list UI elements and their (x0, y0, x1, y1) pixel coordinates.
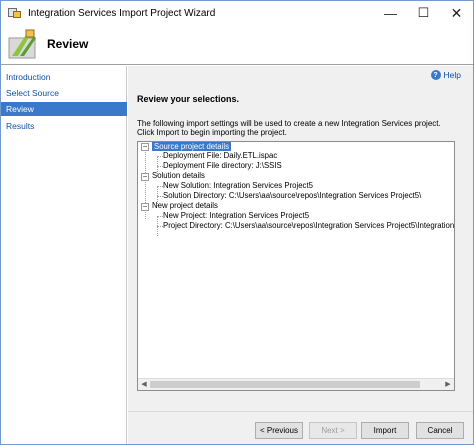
help-link[interactable]: ? Help (430, 70, 461, 80)
horizontal-scrollbar[interactable]: ◀ ▶ (138, 378, 454, 390)
nav-item-review[interactable]: Review (1, 102, 127, 116)
collapse-toggle-source[interactable]: − (141, 143, 149, 151)
collapse-toggle-project[interactable]: − (141, 203, 149, 211)
tree-leaf-deployment-directory[interactable]: Deployment File directory: J:\SSIS (163, 161, 282, 171)
close-button[interactable]: ✕ (440, 1, 473, 25)
tree-leaf-new-solution[interactable]: New Solution: Integration Services Proje… (163, 181, 313, 191)
review-panel: ? Help Review your selections. The follo… (128, 66, 473, 411)
maximize-button[interactable]: ☐ (407, 1, 440, 25)
wizard-footer: < Previous Next > Import Cancel (128, 411, 473, 444)
tree-node-new-project-details[interactable]: New project details (152, 201, 218, 211)
collapse-toggle-solution[interactable]: − (141, 173, 149, 181)
wizard-window: Integration Services Import Project Wiza… (0, 0, 474, 445)
scroll-thumb[interactable] (150, 381, 420, 388)
wizard-app-icon (8, 7, 22, 19)
nav-item-introduction[interactable]: Introduction (1, 70, 127, 84)
tree-leaf-deployment-file[interactable]: Deployment File: Daily.ETL.ispac (163, 151, 277, 161)
scroll-left-icon[interactable]: ◀ (139, 381, 149, 389)
description-line-2: Click Import to begin importing the proj… (137, 128, 287, 137)
tree-node-solution-details[interactable]: Solution details (152, 171, 205, 181)
window-title: Integration Services Import Project Wiza… (28, 7, 216, 19)
page-title: Review (47, 37, 89, 51)
review-heading: Review your selections. (137, 94, 240, 104)
previous-button[interactable]: < Previous (255, 422, 303, 439)
scroll-right-icon[interactable]: ▶ (443, 381, 453, 389)
help-label: Help (443, 70, 461, 80)
tree-leaf-solution-directory[interactable]: Solution Directory: C:\Users\aa\source\r… (163, 191, 421, 201)
wizard-banner-icon (8, 29, 36, 59)
title-bar[interactable]: Integration Services Import Project Wiza… (1, 1, 473, 25)
nav-item-select-source[interactable]: Select Source (1, 86, 127, 100)
tree-leaf-new-project[interactable]: New Project: Integration Services Projec… (163, 211, 309, 221)
minimize-button[interactable]: — (374, 1, 407, 25)
tree-leaf-project-directory[interactable]: Project Directory: C:\Users\aa\source\re… (163, 221, 454, 231)
nav-item-results[interactable]: Results (1, 119, 127, 133)
wizard-steps-nav: Introduction Select Source Review Result… (1, 66, 127, 444)
header-banner: Review (1, 25, 473, 65)
cancel-button[interactable]: Cancel (416, 422, 464, 439)
review-description: The following import settings will be us… (137, 119, 457, 137)
description-line-1: The following import settings will be us… (137, 119, 441, 128)
review-tree-view[interactable]: − Source project details Deployment File… (137, 141, 455, 391)
import-button[interactable]: Import (361, 422, 409, 439)
help-icon: ? (430, 70, 441, 80)
next-button[interactable]: Next > (309, 422, 357, 439)
